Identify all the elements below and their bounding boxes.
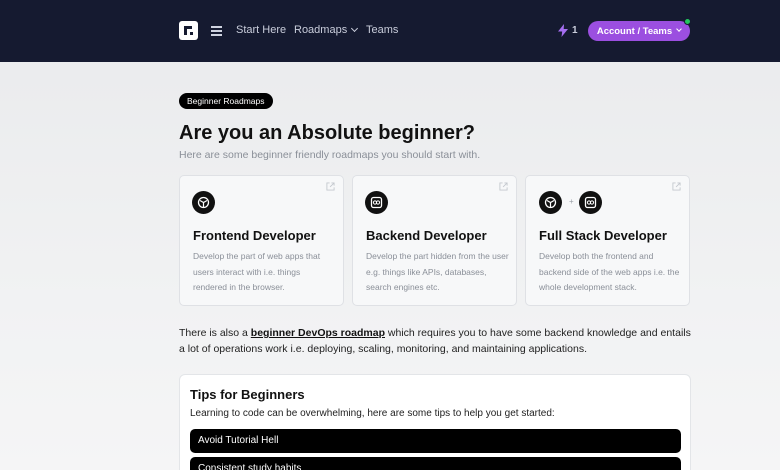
roadmap-logo[interactable] xyxy=(179,21,198,40)
account-teams-button[interactable]: Account / Teams xyxy=(588,21,690,41)
card-description: Develop both the frontend and backend si… xyxy=(539,251,680,292)
card-description: Develop the part of web apps that users … xyxy=(193,251,321,292)
tip-item[interactable]: Consistent study habits xyxy=(190,457,681,470)
online-status-dot xyxy=(684,18,691,25)
server-icon xyxy=(365,191,388,214)
lightning-icon[interactable] xyxy=(558,24,568,37)
card-title: Full Stack Developer xyxy=(539,228,667,243)
card-full-stack-developer[interactable]: + Full Stack Developer Develop both the … xyxy=(525,175,690,306)
tips-panel: Tips for Beginners Learning to code can … xyxy=(179,374,691,470)
card-description: Develop the part hidden from the user e.… xyxy=(366,251,509,292)
external-link-icon xyxy=(326,182,335,191)
page-subtitle: Here are some beginner friendly roadmaps… xyxy=(179,149,481,161)
plus-joiner: + xyxy=(569,197,574,206)
tip-item[interactable]: Avoid Tutorial Hell xyxy=(190,429,681,453)
nav-start-here[interactable]: Start Here xyxy=(236,24,286,36)
tips-title: Tips for Beginners xyxy=(190,387,305,402)
card-title: Frontend Developer xyxy=(193,228,316,243)
menu-icon[interactable] xyxy=(211,26,222,36)
browser-icon xyxy=(192,191,215,214)
nav-roadmaps[interactable]: Roadmaps xyxy=(294,24,359,36)
external-link-icon xyxy=(499,182,508,191)
page-title: Are you an Absolute beginner? xyxy=(179,122,475,144)
nav-teams[interactable]: Teams xyxy=(366,24,398,36)
streak-count[interactable]: 1 xyxy=(572,25,578,36)
top-navbar: Start Here Roadmaps Teams 1 Account / Te… xyxy=(0,0,780,62)
browser-icon xyxy=(539,191,562,214)
tips-subtitle: Learning to code can be overwhelming, he… xyxy=(190,408,555,419)
card-title: Backend Developer xyxy=(366,228,487,243)
devops-roadmap-link[interactable]: beginner DevOps roadmap xyxy=(251,327,385,339)
chevron-down-icon xyxy=(351,24,359,33)
beginner-roadmaps-badge: Beginner Roadmaps xyxy=(179,93,273,109)
devops-paragraph: There is also a beginner DevOps roadmap … xyxy=(179,327,691,355)
card-backend-developer[interactable]: Backend Developer Develop the part hidde… xyxy=(352,175,517,306)
server-icon xyxy=(579,191,602,214)
external-link-icon xyxy=(672,182,681,191)
card-frontend-developer[interactable]: Frontend Developer Develop the part of w… xyxy=(179,175,344,306)
chevron-down-icon xyxy=(676,26,682,32)
